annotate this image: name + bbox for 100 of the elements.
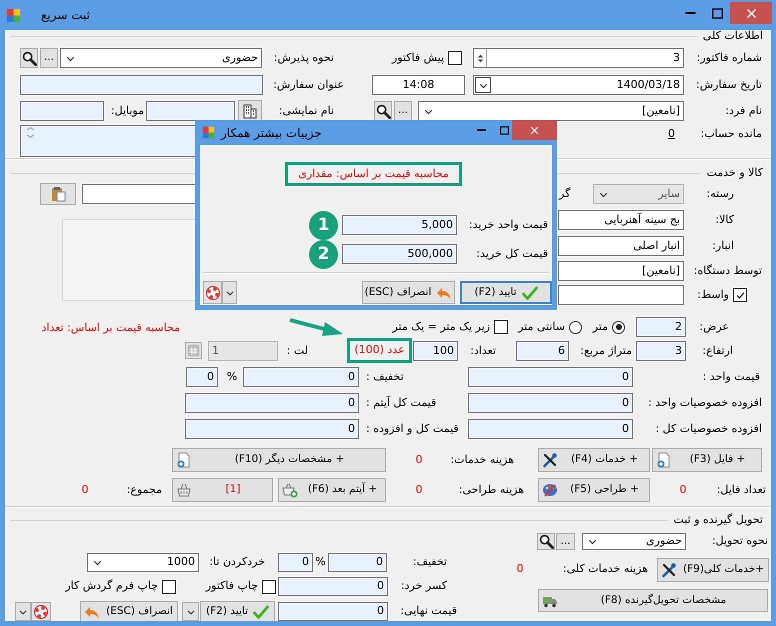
dropdown[interactable]: حضوری [60, 48, 262, 68]
dropdown[interactable]: [نامعین] [418, 101, 684, 121]
general-services-button[interactable]: +خدمات کلی(F9) [657, 558, 769, 582]
field-label: هزینه خدمات کلی: [562, 561, 648, 578]
input-field[interactable]: 500,000 [342, 244, 457, 264]
cart-button[interactable]: [1] [172, 478, 273, 502]
more-button[interactable]: ... [394, 101, 412, 121]
field-label: عنوان سفارش: [272, 76, 344, 93]
services-button[interactable]: + خدمات (F4) [538, 448, 650, 472]
field-label: رسته: [706, 186, 734, 202]
clipboard-button[interactable] [40, 183, 76, 205]
palette-icon [542, 482, 558, 498]
input-field[interactable]: 0 [328, 553, 387, 572]
checkbox[interactable] [733, 288, 747, 302]
input-field[interactable]: 100 [413, 341, 458, 361]
close-button[interactable] [730, 2, 772, 24]
input-field[interactable]: 2 [636, 317, 686, 337]
cancel-button[interactable]: انصراف (ESC) [80, 601, 178, 621]
other-details-button[interactable]: + مشخصات دیگر (F10) [172, 448, 386, 472]
text-field[interactable] [146, 101, 235, 121]
close-icon [746, 8, 756, 18]
search-button[interactable] [20, 48, 38, 68]
checkbox[interactable] [494, 320, 508, 334]
field-label: نحوه پذیرش: [272, 50, 334, 66]
text-field[interactable]: بج سینه آهنربایی [558, 210, 684, 230]
input-field[interactable]: 0 [468, 367, 633, 387]
maximize-icon [712, 8, 722, 18]
recipient-details-button[interactable]: مشخصات تحویل‌گیرنده (F8) [538, 589, 768, 612]
input-field[interactable]: 0 [468, 419, 633, 439]
cancel-button[interactable]: انصراف (ESC) [362, 281, 455, 304]
minimize-icon [684, 12, 696, 14]
field-label: انبار: [711, 238, 734, 254]
field-label: موبایل: [110, 102, 144, 119]
maximize-icon [500, 126, 508, 134]
field-label: گر [559, 186, 572, 202]
field-label: مجموع: [126, 482, 162, 498]
checkbox[interactable] [262, 580, 276, 594]
input-field[interactable]: 0 [243, 367, 359, 387]
close-icon [530, 126, 539, 134]
number-field[interactable]: 3 [473, 48, 684, 68]
minimize-icon [476, 129, 486, 131]
building-button[interactable] [238, 100, 262, 122]
building-icon [242, 103, 258, 119]
file-button[interactable]: + فایل (F3) [652, 448, 762, 472]
help-button[interactable] [31, 602, 51, 621]
input-field[interactable]: 0 [278, 577, 388, 596]
dropdown-button[interactable] [182, 602, 199, 621]
radio-button[interactable] [569, 320, 582, 334]
confirm-button[interactable]: تایید (F2) [460, 281, 552, 304]
pricing-basis-callout: محاسبه قیمت بر اساس: مقداری [285, 162, 462, 186]
checkbox-label: واسط: [697, 286, 729, 303]
search-button[interactable] [374, 101, 392, 121]
text-field[interactable]: انبار اصلی [558, 236, 684, 256]
text-field[interactable]: [نامعین] [558, 261, 684, 281]
dropdown[interactable]: حضوری [582, 533, 686, 550]
percent-sign: % [226, 368, 238, 385]
help-button[interactable] [203, 281, 222, 304]
confirm-button[interactable]: تایید (F2) [200, 601, 275, 621]
field-label: لت : [286, 342, 308, 359]
close-button[interactable] [512, 120, 557, 140]
field-label: خردکردن تا: [208, 554, 265, 570]
dropdown-button[interactable] [222, 281, 237, 304]
field-label: تعداد فایل: [716, 482, 766, 498]
field-label: تخفیف: [412, 554, 447, 570]
next-item-button[interactable]: + آیتم بعد (F6) [278, 478, 386, 502]
input-field[interactable]: 6 [516, 341, 569, 361]
design-button[interactable]: + طراحی (F5) [538, 478, 650, 502]
input-field[interactable]: 0 [278, 553, 313, 572]
field-label: متراژ مربع: [579, 342, 632, 359]
date-picker[interactable]: 1400/03/18 [473, 75, 684, 95]
balance-link[interactable]: 0 [668, 126, 680, 142]
dropdown[interactable]: 1000 [87, 553, 199, 572]
value-text: 0 [678, 482, 688, 498]
number-marker: 2 [309, 240, 338, 269]
text-field[interactable] [20, 101, 104, 121]
checkbox[interactable] [448, 51, 462, 65]
input-field[interactable]: 0 [185, 419, 359, 439]
checkbox[interactable] [162, 580, 176, 594]
dropdown[interactable]: سایر [593, 184, 684, 204]
spinner-arrows-icon [475, 52, 486, 64]
search-icon [22, 50, 36, 66]
dropdown-button[interactable] [15, 602, 31, 621]
input-field[interactable]: 0 [468, 393, 633, 413]
field-label: عرض: [698, 318, 729, 335]
text-field[interactable] [558, 285, 684, 305]
search-button[interactable] [537, 533, 555, 550]
more-button[interactable]: ... [556, 533, 575, 550]
radio-button[interactable] [612, 320, 625, 334]
more-button[interactable]: ... [40, 48, 58, 68]
scroll-arrows-icon [24, 126, 37, 139]
field-label: توسط دستگاه: [692, 262, 762, 279]
input-field[interactable]: 5,000 [342, 215, 457, 235]
input-field[interactable]: 0 [185, 393, 359, 413]
input-field[interactable]: 0 [278, 602, 388, 621]
input-field[interactable]: 0 [186, 367, 218, 387]
input-field[interactable]: 3 [636, 341, 686, 361]
text-field[interactable] [20, 75, 263, 95]
checkmark-icon [253, 604, 269, 620]
value-text: 0 [516, 561, 524, 578]
time-field[interactable]: 14:08 [372, 75, 465, 95]
